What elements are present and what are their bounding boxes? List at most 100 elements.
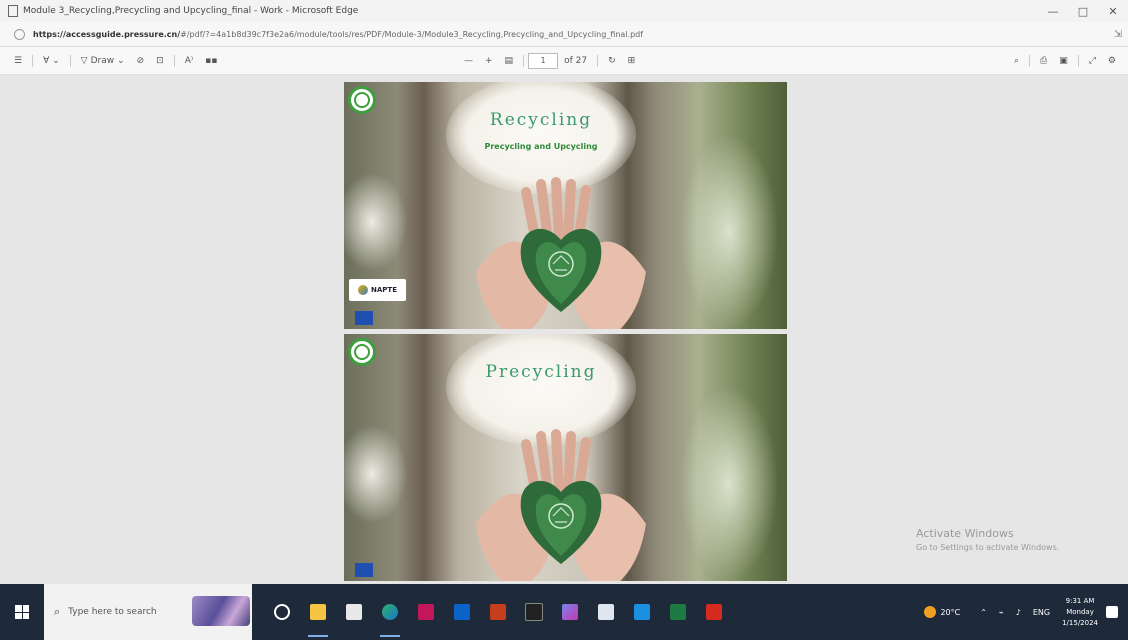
excel-taskbar-button[interactable]: [660, 584, 696, 640]
contents-icon[interactable]: ☰: [14, 56, 22, 66]
logo-badge: [348, 86, 376, 114]
toolbar-divider: [173, 54, 175, 67]
search-highlight-image: [192, 596, 250, 626]
settings-gear-icon[interactable]: ⚙: [1108, 56, 1116, 66]
language-indicator[interactable]: ENG: [1033, 608, 1050, 617]
teams-taskbar-button[interactable]: [552, 584, 588, 640]
sun-icon: [924, 606, 937, 618]
pdf-page-2: Precycling: [344, 334, 787, 581]
hands-heart-leaf-image: [476, 429, 646, 581]
clock-time: 9:31 AM: [1065, 596, 1095, 605]
volume-icon[interactable]: ♪: [1016, 608, 1021, 617]
toolbar-divider: [597, 54, 599, 67]
slide-title: Recycling: [489, 110, 593, 130]
file-explorer-taskbar-button[interactable]: [300, 584, 336, 640]
fullscreen-icon[interactable]: ⤢: [1089, 56, 1096, 66]
minimize-button[interactable]: —: [1038, 5, 1068, 18]
draw-button[interactable]: ▽ Draw ⌄: [81, 56, 125, 66]
network-icon[interactable]: ⌁: [999, 608, 1004, 617]
eraser-icon[interactable]: ⊘: [137, 56, 145, 66]
napte-logo: NAPTE: [349, 279, 406, 301]
edge-taskbar-button[interactable]: [372, 584, 408, 640]
clock[interactable]: 9:31 AM Monday 1/15/2024: [1062, 596, 1098, 629]
fit-page-icon[interactable]: ⊞: [628, 56, 636, 66]
watermark-subtitle: Go to Settings to activate Windows.: [916, 543, 1060, 552]
toolbar-divider: [32, 54, 34, 67]
zoom-in-button[interactable]: +: [485, 56, 493, 66]
powerpoint-icon: [490, 604, 506, 620]
calendar-icon: [634, 604, 650, 620]
hands-heart-leaf-image: [476, 177, 646, 329]
pdf-icon: [706, 604, 722, 620]
slide-title: Precycling: [485, 362, 597, 382]
edge-icon: [382, 604, 398, 620]
rotate-icon[interactable]: ↻: [608, 56, 616, 66]
outlook2-taskbar-button[interactable]: [624, 584, 660, 640]
napte-label: NAPTE: [371, 286, 397, 294]
store-icon: [346, 604, 362, 620]
temperature: 20°C: [940, 607, 961, 617]
outlook-taskbar-button[interactable]: [444, 584, 480, 640]
close-button[interactable]: ✕: [1098, 5, 1128, 18]
search-icon: ⌕: [54, 605, 61, 618]
save-icon[interactable]: ▣: [1059, 56, 1068, 66]
highlight-icon[interactable]: ∀ ⌄: [43, 56, 60, 66]
taskbar: ⌕ Type here to search 20°C ⌃ ⌁ ♪ ENG 9:3…: [0, 584, 1128, 640]
app-icon: [418, 604, 434, 620]
windows-logo-icon: [15, 605, 29, 619]
watermark-title: Activate Windows: [916, 527, 1014, 540]
teams-icon: [562, 604, 578, 620]
taskbar-search-box[interactable]: ⌕ Type here to search: [44, 584, 252, 640]
acrobat-taskbar-button[interactable]: [696, 584, 732, 640]
address-bar[interactable]: https://accessguide.pressure.cn/#/pdf/?=…: [0, 22, 1128, 47]
window-title: Module 3_Recycling,Precycling and Upcycl…: [23, 6, 359, 16]
page-total: of 27: [564, 55, 588, 66]
terminal-icon: [525, 603, 543, 621]
maximize-button[interactable]: □: [1068, 5, 1098, 18]
excel-icon: [670, 604, 686, 620]
reader-mode-icon[interactable]: ⇲: [1108, 29, 1128, 40]
terminal-taskbar-button[interactable]: [516, 584, 552, 640]
pdf-page-1: Recycling Precycling and Upcycling NAPTE: [344, 82, 787, 329]
start-button[interactable]: [0, 584, 44, 640]
toolbar-divider: [523, 54, 525, 67]
document-icon: [598, 604, 614, 620]
search-icon[interactable]: ⌕: [1014, 56, 1019, 66]
slide-subtitle: Precycling and Upcycling: [484, 142, 598, 151]
notifications-icon[interactable]: [1106, 606, 1118, 618]
chevron-up-icon[interactable]: ⌃: [980, 608, 987, 617]
eu-flag-icon: [355, 563, 373, 577]
toolbar-divider: [69, 54, 71, 67]
toolbar-divider: [1029, 54, 1030, 67]
page-number-input[interactable]: 1: [528, 52, 559, 69]
logo-badge: [348, 338, 376, 366]
pdf-toolbar: ☰ ∀ ⌄ ▽ Draw ⌄ ⊘ ⊡ A⁾ ▪▪ — + ▤ 1 of 27 ↻…: [0, 47, 1128, 75]
store-taskbar-button[interactable]: [336, 584, 372, 640]
page-view-icon[interactable]: ▤: [505, 56, 514, 66]
url-path: #/pdf/?=4a1b8d39c7f3e2a6/module/tools/re…: [180, 29, 644, 39]
draw-label: Draw: [90, 55, 115, 66]
app-taskbar-button[interactable]: [408, 584, 444, 640]
immersive-reader-icon[interactable]: ▪▪: [205, 56, 217, 66]
zoom-out-button[interactable]: —: [464, 56, 473, 66]
weather-widget[interactable]: 20°C: [924, 606, 960, 618]
read-aloud-icon[interactable]: A⁾: [185, 56, 193, 66]
mail-icon: [454, 604, 470, 620]
url-text[interactable]: https://accessguide.pressure.cn/#/pdf/?=…: [33, 30, 1108, 39]
folder-icon: [310, 604, 326, 620]
print-icon[interactable]: ⎙: [1040, 56, 1047, 66]
task-view-button[interactable]: [264, 584, 300, 640]
powerpoint-taskbar-button[interactable]: [480, 584, 516, 640]
clock-day: Monday: [1066, 607, 1094, 616]
document-icon: [8, 5, 18, 17]
document-taskbar-button[interactable]: [588, 584, 624, 640]
cortana-icon: [274, 604, 290, 620]
url-domain: https://accessguide.pressure.cn/: [33, 29, 181, 39]
system-tray: 20°C ⌃ ⌁ ♪ ENG 9:31 AM Monday 1/15/2024: [924, 584, 1128, 640]
add-text-icon[interactable]: ⊡: [156, 56, 164, 66]
activate-windows-watermark: Activate Windows Go to Settings to activ…: [916, 527, 1059, 552]
clock-date: 1/15/2024: [1062, 618, 1098, 627]
toolbar-divider: [1077, 54, 1079, 67]
search-placeholder: Type here to search: [68, 607, 157, 617]
site-info-icon[interactable]: [14, 28, 25, 40]
